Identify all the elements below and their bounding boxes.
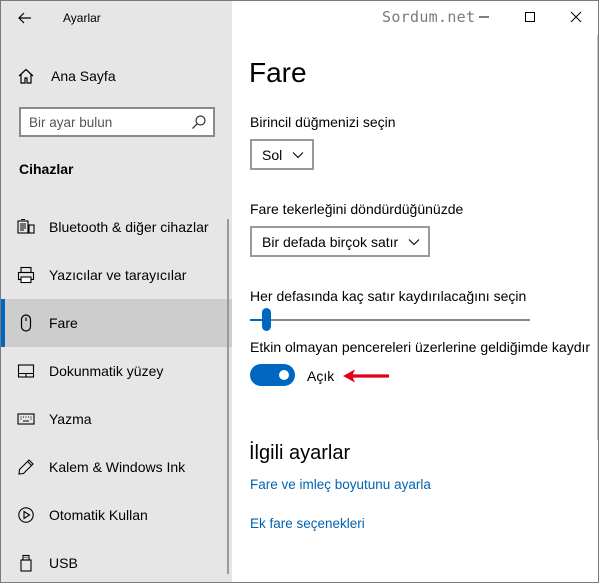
primary-button-dropdown[interactable]: Sol bbox=[250, 139, 315, 170]
search-input[interactable] bbox=[29, 113, 189, 131]
sidebar-item-typing[interactable]: Yazma bbox=[1, 395, 232, 443]
sidebar-item-label: Yazma bbox=[49, 411, 92, 427]
sidebar-item-label: Fare bbox=[49, 315, 78, 331]
search-icon[interactable] bbox=[191, 114, 207, 130]
additional-mouse-options-link[interactable]: Ek fare seçenekleri bbox=[250, 516, 365, 531]
inactive-scroll-label: Etkin olmayan pencereleri üzerlerine gel… bbox=[250, 339, 591, 355]
back-button[interactable] bbox=[15, 9, 35, 27]
printer-icon bbox=[17, 266, 35, 284]
nav-home[interactable]: Ana Sayfa bbox=[1, 61, 232, 91]
maximize-button[interactable] bbox=[507, 1, 553, 33]
sidebar-item-mouse[interactable]: Fare bbox=[1, 299, 232, 347]
selection-indicator bbox=[1, 299, 5, 347]
sidebar: Ayarlar Ana Sayfa Cihazlar Blueto bbox=[1, 1, 232, 582]
related-settings-title: İlgili ayarlar bbox=[249, 442, 351, 464]
keyboard-icon bbox=[17, 413, 35, 425]
touchpad-icon bbox=[17, 364, 35, 378]
chevron-down-icon bbox=[408, 238, 420, 245]
titlebar-left: Ayarlar bbox=[1, 1, 232, 35]
close-button[interactable] bbox=[553, 1, 598, 33]
sidebar-item-touchpad[interactable]: Dokunmatik yüzey bbox=[1, 347, 232, 395]
wheel-value: Bir defada birçok satır bbox=[262, 233, 399, 250]
settings-window: Ayarlar Ana Sayfa Cihazlar Blueto bbox=[0, 0, 599, 583]
sidebar-item-label: Dokunmatik yüzey bbox=[49, 363, 164, 379]
bluetooth-devices-icon bbox=[17, 219, 35, 234]
sidebar-item-label: Otomatik Kullan bbox=[49, 507, 148, 523]
back-arrow-icon bbox=[18, 12, 31, 24]
sidebar-scrollbar[interactable] bbox=[227, 219, 229, 574]
minimize-icon bbox=[479, 16, 489, 18]
toggle-knob bbox=[279, 370, 289, 380]
sidebar-item-label: Kalem & Windows Ink bbox=[49, 459, 186, 475]
lines-label: Her defasında kaç satır kaydırılacağını … bbox=[250, 288, 527, 304]
sidebar-item-printers[interactable]: Yazıcılar ve tarayıcılar bbox=[1, 251, 232, 299]
cursor-size-link[interactable]: Fare ve imleç boyutunu ayarla bbox=[250, 477, 431, 492]
sidebar-item-label: Bluetooth & diğer cihazlar bbox=[49, 219, 209, 235]
sidebar-item-pen[interactable]: Kalem & Windows Ink bbox=[1, 443, 232, 491]
sidebar-item-label: USB bbox=[49, 555, 78, 571]
primary-button-label: Birincil düğmenizi seçin bbox=[250, 114, 396, 130]
minimize-button[interactable] bbox=[461, 1, 507, 33]
nav-home-label: Ana Sayfa bbox=[51, 68, 116, 84]
sidebar-item-autoplay[interactable]: Otomatik Kullan bbox=[1, 491, 232, 539]
app-title: Ayarlar bbox=[63, 11, 101, 25]
sidebar-item-bluetooth[interactable]: Bluetooth & diğer cihazlar bbox=[1, 203, 232, 251]
pen-icon bbox=[18, 459, 34, 475]
autoplay-icon bbox=[18, 507, 34, 523]
page-title: Fare bbox=[249, 57, 307, 88]
usb-icon bbox=[20, 554, 32, 572]
sidebar-item-label: Yazıcılar ve tarayıcılar bbox=[49, 267, 187, 283]
inactive-scroll-toggle[interactable] bbox=[250, 364, 295, 386]
lines-slider-track[interactable] bbox=[250, 319, 530, 321]
primary-button-value: Sol bbox=[262, 146, 283, 163]
wheel-label: Fare tekerleğini döndürdüğünüzde bbox=[250, 201, 464, 217]
section-title: Cihazlar bbox=[19, 161, 74, 177]
sidebar-item-usb[interactable]: USB bbox=[1, 539, 232, 582]
red-arrow-icon bbox=[343, 369, 389, 383]
toggle-state-label: Açık bbox=[307, 368, 335, 384]
chevron-down-icon bbox=[292, 151, 304, 158]
search-box[interactable] bbox=[19, 107, 215, 137]
mouse-icon bbox=[20, 314, 32, 332]
maximize-icon bbox=[525, 12, 535, 22]
wheel-dropdown[interactable]: Bir defada birçok satır bbox=[250, 226, 431, 257]
close-icon bbox=[570, 11, 582, 23]
home-icon bbox=[18, 68, 34, 84]
lines-slider-thumb[interactable] bbox=[262, 308, 271, 331]
